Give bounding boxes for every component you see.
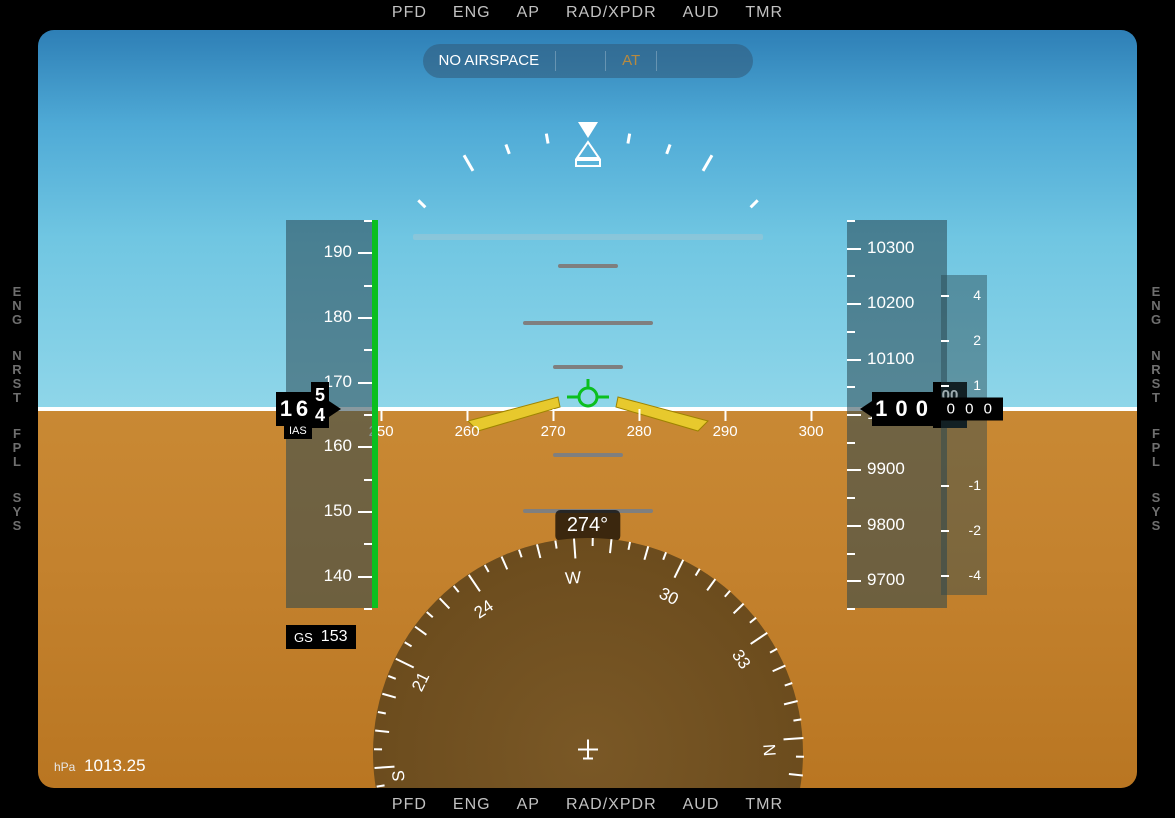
pitch-line-20 (558, 264, 618, 268)
menu-item-eng[interactable]: ENG (453, 4, 491, 22)
bottom-menu: PFD ENG AP RAD/XPDR AUD TMR (0, 796, 1175, 814)
altitude-tick-label: 9800 (867, 515, 905, 535)
vsi-label: -4 (969, 567, 981, 583)
side-item-nrst[interactable]: NRST (4, 349, 32, 405)
side-menu-left: ENG NRST FPL SYS (4, 0, 32, 818)
groundspeed-readout: GS 153 (286, 625, 356, 649)
vsi-label: 1 (973, 377, 981, 393)
annunciator-empty-1 (556, 51, 606, 71)
menu-item-aud[interactable]: AUD (683, 4, 720, 22)
airspeed-tens: 6 (294, 398, 310, 420)
airspeed-tick-label: 180 (324, 307, 352, 327)
vertical-speed-indicator[interactable]: 4 2 1 -1 -2 -4 (941, 275, 987, 595)
hsi-label: N (758, 743, 779, 757)
altitude-tick-label: 10200 (867, 293, 914, 313)
annunciator-bar[interactable]: NO AIRSPACE AT (423, 44, 753, 78)
altitude-tick-label: 10100 (867, 349, 914, 369)
menu-item-pfd[interactable]: PFD (392, 4, 427, 22)
hsi-label: 24 (470, 596, 497, 623)
side-item-sys[interactable]: SYS (4, 491, 32, 533)
pfd-screen[interactable]: NO AIRSPACE AT (38, 30, 1137, 788)
side-item-fpl[interactable]: FPL (4, 427, 32, 469)
gs-value: 153 (321, 628, 348, 646)
hsi-label: 21 (408, 669, 434, 695)
menu-item-aud[interactable]: AUD (683, 796, 720, 814)
side-item-nrst[interactable]: NRST (1143, 349, 1171, 405)
airspeed-roll-bottom: 4 (315, 405, 325, 425)
baro-unit: hPa (54, 760, 75, 774)
annunciator-empty-2 (657, 51, 707, 71)
gs-label: GS (294, 630, 313, 645)
hsi-label: S (388, 770, 409, 783)
horizon-heading-tick: 270 (541, 409, 566, 440)
pitch-bar (413, 234, 763, 240)
ownship-icon (575, 738, 601, 769)
vsi-pointer-icon (929, 402, 939, 416)
airspeed-pointer-icon (329, 401, 341, 417)
horizon-heading-tick: 290 (713, 409, 738, 440)
pitch-line-10 (523, 321, 653, 325)
vsi-readout: 0 0 0 (929, 398, 1003, 421)
menu-item-ap[interactable]: AP (517, 4, 540, 22)
altitude-tick-label: 9900 (867, 459, 905, 479)
menu-item-rad-xpdr[interactable]: RAD/XPDR (566, 4, 657, 22)
airspeed-hundreds: 1 (278, 398, 294, 420)
hsi-label: 30 (655, 584, 681, 610)
airspeed-units-roller: 5 4 (311, 382, 329, 428)
altitude-thousands: 1 0 0 (875, 396, 931, 422)
pitch-line-m5 (553, 453, 623, 457)
altitude-pointer-icon (860, 401, 872, 417)
menu-item-tmr[interactable]: TMR (745, 4, 783, 22)
heading-readout: 274° (555, 510, 620, 541)
airspeed-tick-label: 150 (324, 501, 352, 521)
menu-item-eng[interactable]: ENG (453, 796, 491, 814)
menu-item-rad-xpdr[interactable]: RAD/XPDR (566, 796, 657, 814)
airspeed-tick-label: 140 (324, 566, 352, 586)
vsi-label: -2 (969, 522, 981, 538)
vsi-value: 0 0 0 (939, 398, 1003, 421)
baro-value: 1013.25 (84, 756, 145, 775)
annunciator-at: AT (606, 51, 657, 71)
vsi-label: -1 (969, 477, 981, 493)
annunciator-airspace: NO AIRSPACE (423, 51, 557, 71)
hsi-label: W (564, 568, 581, 589)
airspeed-tick-label: 190 (324, 242, 352, 262)
altitude-tick-label: 10300 (867, 238, 914, 258)
top-menu: PFD ENG AP RAD/XPDR AUD TMR (0, 4, 1175, 22)
ias-label: IAS (284, 423, 312, 439)
vsi-label: 4 (973, 287, 981, 303)
pitch-line-5 (553, 365, 623, 369)
airspeed-green-band (372, 220, 378, 608)
side-item-eng[interactable]: ENG (4, 285, 32, 327)
menu-item-ap[interactable]: AP (517, 796, 540, 814)
menu-item-tmr[interactable]: TMR (745, 796, 783, 814)
horizon-heading-tick: 300 (799, 409, 824, 440)
side-menu-right: ENG NRST FPL SYS (1143, 0, 1171, 818)
horizon-heading-tick: 260 (455, 409, 480, 440)
baro-setting[interactable]: hPa 1013.25 (54, 756, 146, 776)
side-item-eng[interactable]: ENG (1143, 285, 1171, 327)
hsi-label: 33 (727, 646, 754, 673)
airspeed-tick-label: 160 (324, 436, 352, 456)
airspeed-roll-top: 5 (315, 385, 325, 405)
side-item-fpl[interactable]: FPL (1143, 427, 1171, 469)
vsi-label: 2 (973, 332, 981, 348)
horizon-heading-tick: 280 (627, 409, 652, 440)
side-item-sys[interactable]: SYS (1143, 491, 1171, 533)
altitude-tick-label: 9700 (867, 570, 905, 590)
menu-item-pfd[interactable]: PFD (392, 796, 427, 814)
